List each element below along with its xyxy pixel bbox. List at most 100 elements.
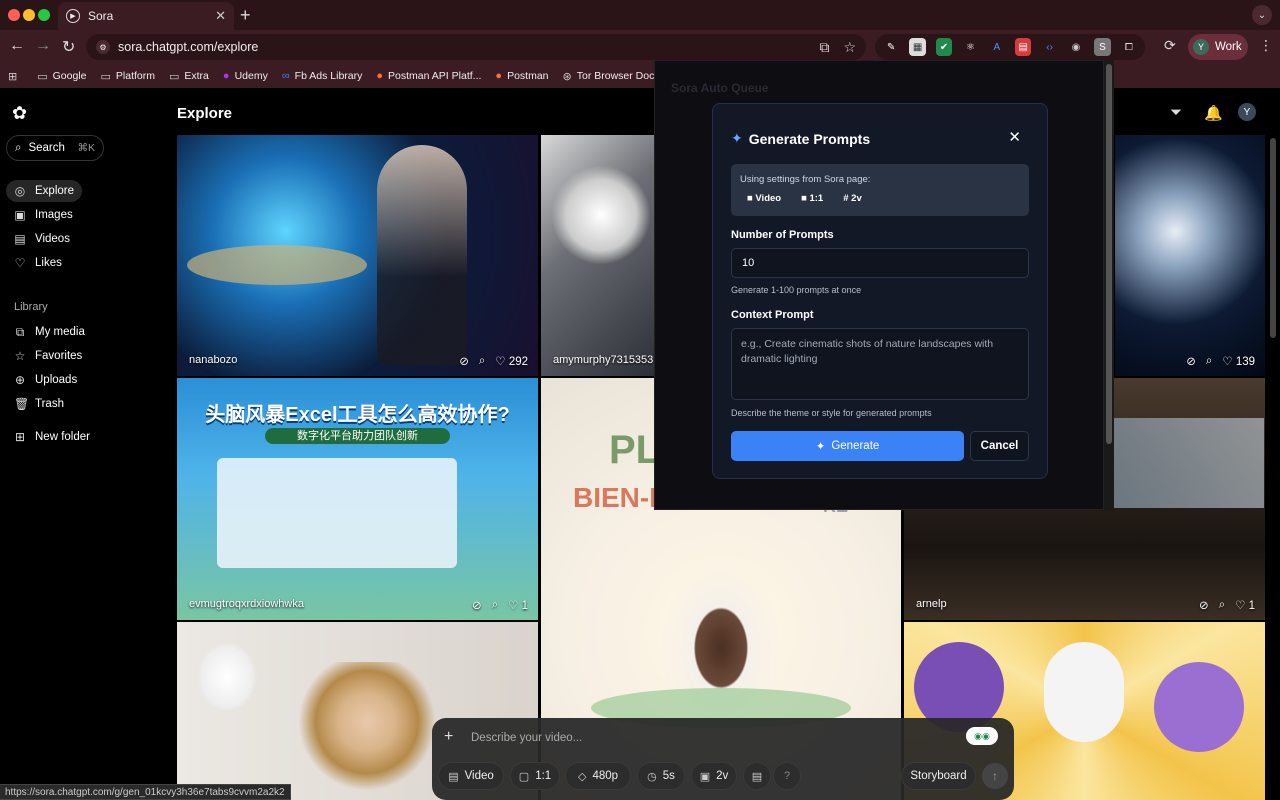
- aspect-select[interactable]: ▢ 1:1: [510, 762, 560, 790]
- grammarly-icon[interactable]: ◉◉: [966, 727, 998, 745]
- like-button[interactable]: ♡ 139: [1222, 354, 1255, 368]
- minimize-window-button[interactable]: [23, 9, 35, 21]
- help-button[interactable]: ?: [773, 762, 801, 790]
- settings-summary: Using settings from Sora page: ■ Video ■…: [731, 164, 1029, 216]
- card-username[interactable]: arnelp: [916, 598, 947, 610]
- image-icon: ▣: [14, 208, 26, 222]
- grid-extension-icon[interactable]: ▦: [909, 38, 926, 56]
- bookmark-fb-ads[interactable]: ∞ Fb Ads Library: [282, 70, 363, 82]
- setting-chip-aspect: ■ 1:1: [801, 193, 824, 204]
- card-image: [297, 662, 437, 800]
- react-extension-icon[interactable]: ⚛: [962, 38, 978, 56]
- openai-logo-icon[interactable]: ✿: [12, 103, 27, 124]
- install-app-icon[interactable]: ⧉: [819, 39, 829, 56]
- sidebar-item-trash[interactable]: 🗑 Trash: [6, 393, 72, 415]
- search-icon[interactable]: ⌕: [1219, 599, 1225, 612]
- profile-button[interactable]: Y Work: [1188, 34, 1248, 60]
- meta-icon: ∞: [281, 70, 290, 82]
- feed-card[interactable]: ⊘ ⌕ ♡ 139: [1115, 135, 1265, 376]
- pen-extension-icon[interactable]: ✎: [883, 38, 899, 56]
- bookmark-platform[interactable]: ▭ Platform: [100, 70, 155, 83]
- search-icon[interactable]: ⌕: [479, 355, 485, 368]
- forward-arrow-icon[interactable]: →: [35, 37, 51, 55]
- sidebar-item-my-media[interactable]: ⧉ My media: [6, 321, 93, 343]
- card-username[interactable]: evmugtroqxrdxiowhwka: [189, 598, 304, 610]
- variations-icon: ▣: [699, 770, 711, 783]
- feed-card[interactable]: amymurphy7315353: [541, 135, 655, 376]
- send-arrow-icon[interactable]: ↑: [982, 763, 1008, 789]
- like-button[interactable]: ♡ 1: [1235, 598, 1255, 612]
- like-button[interactable]: ♡ 1: [508, 598, 528, 612]
- zoom-window-button[interactable]: [38, 9, 50, 21]
- bookmark-star-icon[interactable]: ☆: [843, 39, 856, 56]
- variations-select[interactable]: ▣ 2v: [691, 762, 737, 790]
- bell-icon[interactable]: 🔔: [1204, 104, 1223, 122]
- card-username[interactable]: nanabozo: [189, 354, 237, 366]
- filter-icon[interactable]: ⏷: [1170, 104, 1182, 121]
- bookmark-google[interactable]: ▭ Google: [37, 70, 86, 83]
- remix-icon[interactable]: ⊘: [1199, 598, 1209, 612]
- sidebar-item-videos[interactable]: ▤ Videos: [6, 228, 78, 250]
- search-button[interactable]: ⌕ Search ⌘K: [6, 135, 104, 161]
- sidebar-item-favorites[interactable]: ☆ Favorites: [6, 345, 90, 367]
- remix-icon[interactable]: ⊘: [472, 598, 482, 612]
- like-button[interactable]: ♡ 292: [495, 354, 528, 368]
- user-avatar[interactable]: Y: [1238, 103, 1256, 121]
- close-tab-icon[interactable]: ✕: [215, 8, 226, 24]
- search-icon[interactable]: ⌕: [492, 599, 498, 612]
- site-info-icon[interactable]: ⚙: [96, 40, 110, 54]
- storyboard-button[interactable]: Storyboard: [901, 762, 976, 790]
- reload-icon[interactable]: ↻: [62, 37, 75, 57]
- browser-menu-icon[interactable]: ⋮: [1259, 37, 1273, 54]
- puzzle-extensions-icon[interactable]: ⧠: [1121, 38, 1137, 56]
- sidebar-item-likes[interactable]: ♡ Likes: [6, 252, 70, 274]
- sidebar-item-images[interactable]: ▣ Images: [6, 204, 81, 226]
- search-icon[interactable]: ⌕: [1206, 355, 1212, 368]
- close-icon[interactable]: ✕: [1008, 128, 1021, 146]
- bookmark-postman[interactable]: ● Postman: [495, 70, 548, 82]
- back-arrow-icon[interactable]: ←: [9, 37, 25, 55]
- bookmark-tor-docs[interactable]: ⊛ Tor Browser Docs: [563, 70, 660, 83]
- sidebar-item-uploads[interactable]: ⊕ Uploads: [6, 369, 85, 391]
- green-extension-icon[interactable]: ✔: [935, 38, 953, 56]
- remix-icon[interactable]: ⊘: [1186, 354, 1196, 368]
- address-bar[interactable]: ⚙ sora.chatgpt.com/explore ⧉ ☆: [86, 34, 866, 60]
- browser-tab[interactable]: ▶ Sora ✕: [58, 2, 234, 30]
- tab-search-chevron-icon[interactable]: ⌄: [1252, 5, 1272, 25]
- page-scrollbar[interactable]: [1270, 138, 1276, 338]
- code-extension-icon[interactable]: ‹›: [1041, 38, 1057, 56]
- context-prompt-help: Describe the theme or style for generate…: [731, 408, 932, 418]
- letter-a-extension-icon[interactable]: A: [989, 38, 1005, 56]
- card-username[interactable]: amymurphy7315353: [553, 354, 653, 366]
- sora-queue-extension-icon[interactable]: S: [1094, 38, 1111, 56]
- scrollbar-thumb[interactable]: [1106, 64, 1112, 444]
- prompt-input[interactable]: Describe your video...: [471, 732, 582, 744]
- context-prompt-input[interactable]: [731, 328, 1029, 400]
- profile-label: Work: [1215, 41, 1242, 53]
- apps-grid-icon[interactable]: ⊞: [8, 70, 17, 83]
- bookmark-extra[interactable]: ▭ Extra: [169, 70, 209, 83]
- generate-button[interactable]: ✦ Generate: [731, 431, 964, 461]
- sidebar-item-explore[interactable]: ◎ Explore: [6, 180, 82, 202]
- film-icon: ▤: [448, 770, 459, 783]
- extension-scrollbar[interactable]: [1104, 60, 1114, 510]
- camera-extension-icon[interactable]: ◉: [1068, 38, 1084, 56]
- resolution-select[interactable]: ◇ 480p: [565, 762, 631, 790]
- close-window-button[interactable]: [8, 9, 20, 21]
- sync-icon[interactable]: ⟳: [1164, 37, 1176, 54]
- feed-card[interactable]: 头脑风暴Excel工具怎么高效协作? 数字化平台助力团队创新 evmugtroq…: [177, 378, 538, 620]
- feed-card[interactable]: nanabozo ⊘ ⌕ ♡ 292: [177, 135, 538, 376]
- status-bar-url: https://sora.chatgpt.com/g/gen_01kcvy3h3…: [0, 784, 291, 800]
- remix-icon[interactable]: ⊘: [459, 354, 469, 368]
- presets-icon[interactable]: ▤: [743, 762, 771, 790]
- duration-select[interactable]: ◷ 5s: [637, 762, 685, 790]
- red-extension-icon[interactable]: ▤: [1015, 38, 1032, 56]
- type-select[interactable]: ▤ Video: [438, 762, 504, 790]
- sidebar-item-new-folder[interactable]: ⊞ New folder: [6, 426, 98, 448]
- bookmark-postman-api[interactable]: ● Postman API Platf...: [376, 70, 481, 82]
- add-attachment-icon[interactable]: +: [444, 728, 453, 746]
- num-prompts-input[interactable]: [731, 248, 1029, 278]
- cancel-button[interactable]: Cancel: [970, 431, 1029, 461]
- bookmark-udemy[interactable]: ● Udemy: [223, 70, 268, 82]
- new-tab-icon[interactable]: +: [240, 5, 251, 26]
